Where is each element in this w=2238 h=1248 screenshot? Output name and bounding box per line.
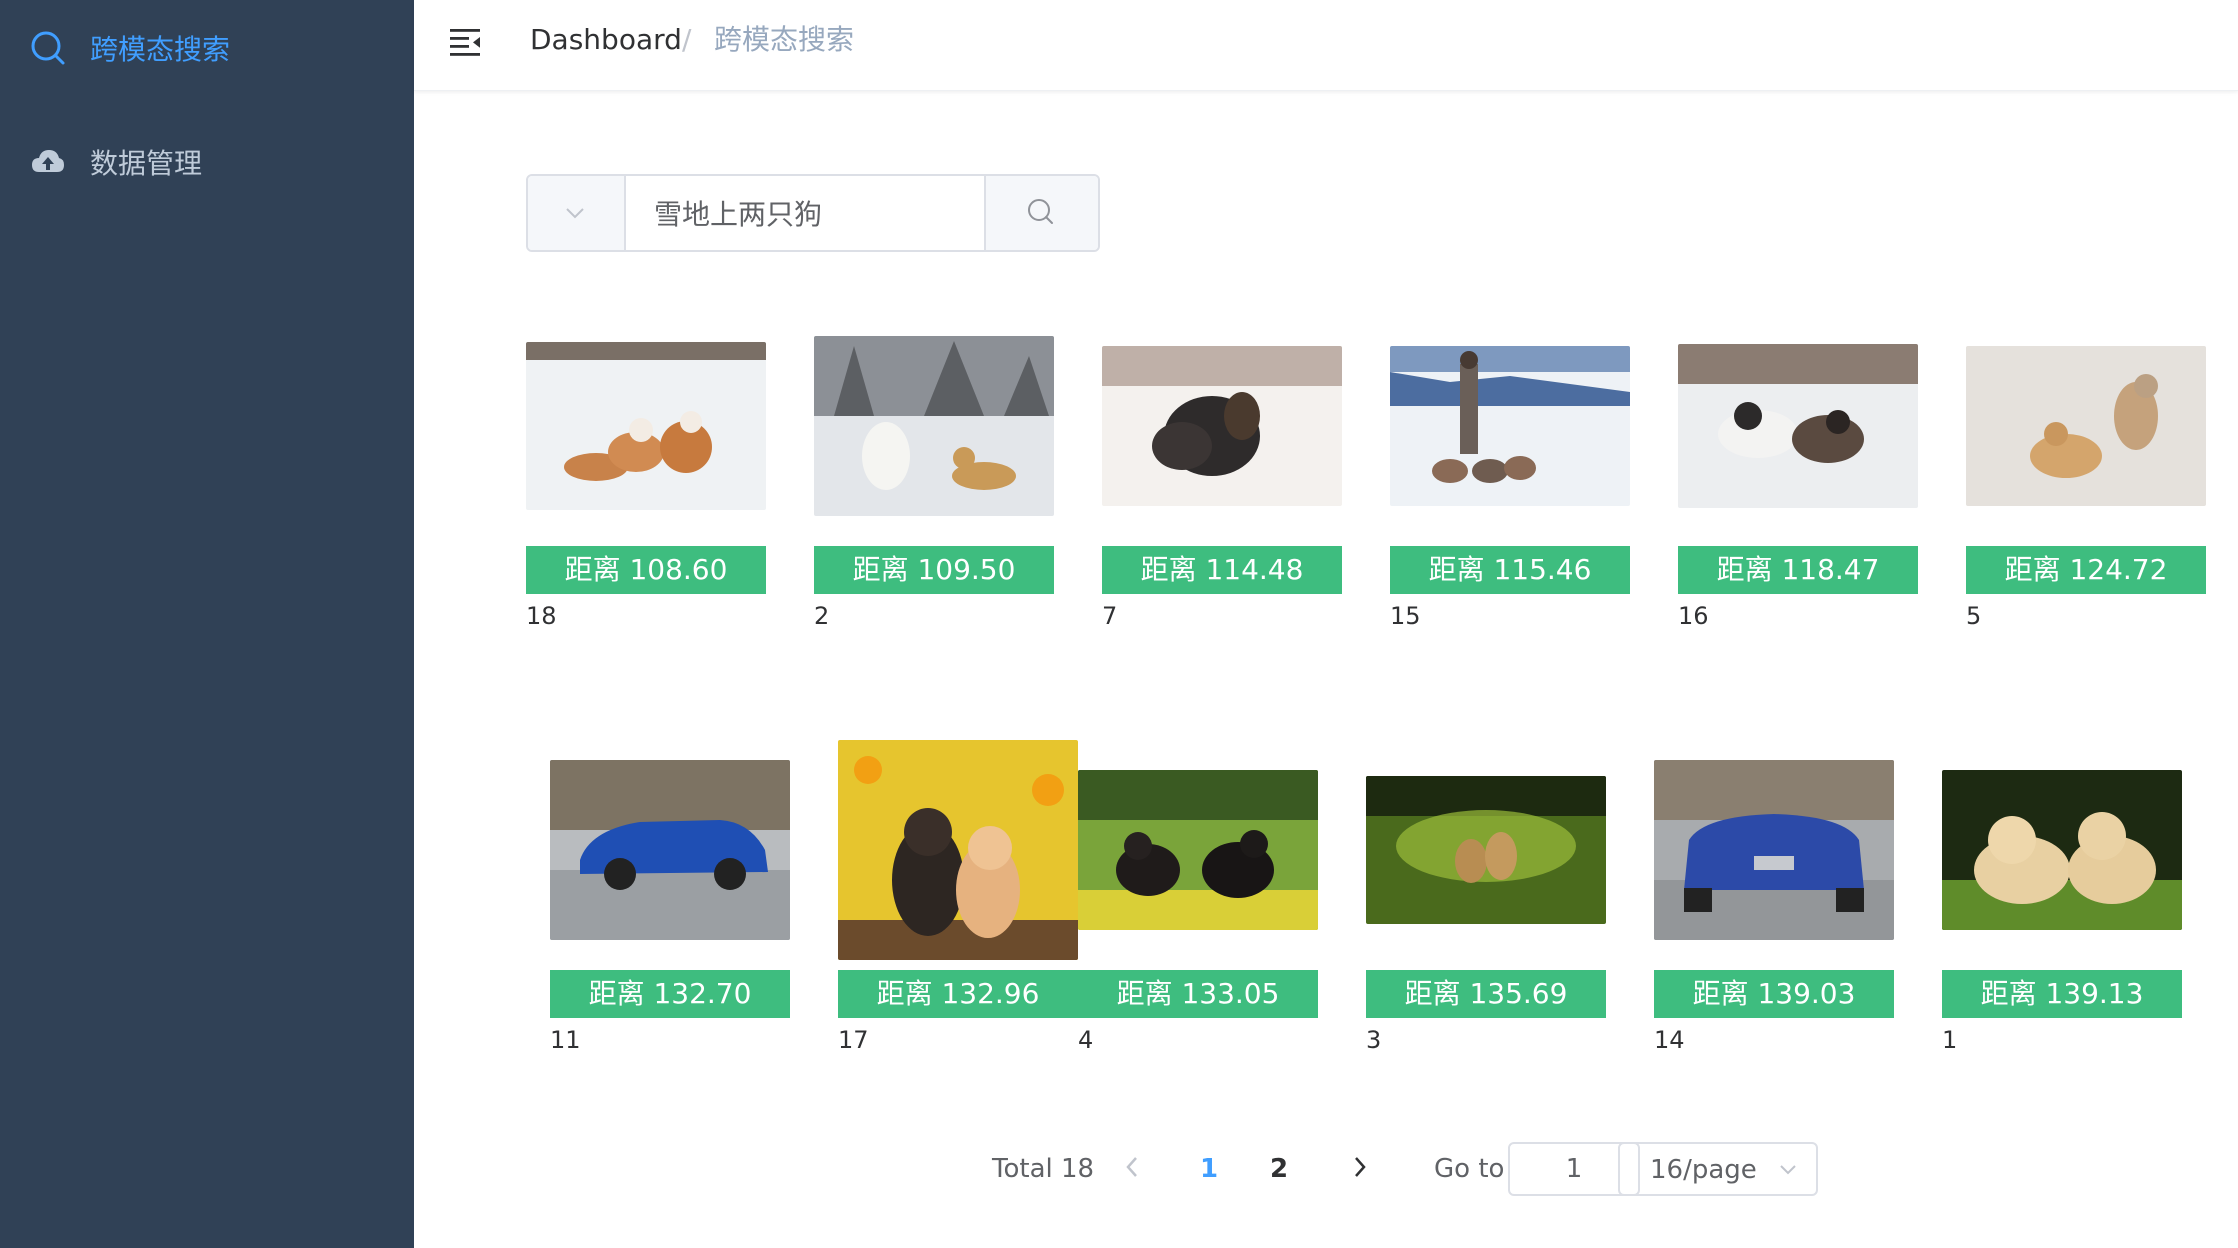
result-image[interactable] [1366, 776, 1606, 924]
distance-badge: 距离 132.70 [550, 970, 790, 1018]
distance-badge: 距离 108.60 [526, 546, 766, 594]
result-image[interactable] [814, 336, 1054, 516]
search-button[interactable] [984, 176, 1098, 250]
next-page-button[interactable] [1348, 1152, 1372, 1189]
goto-label: Go to [1434, 1154, 1505, 1184]
result-image[interactable] [526, 342, 766, 510]
prev-page-button[interactable] [1120, 1152, 1144, 1189]
result-id: 4 [1078, 1026, 1094, 1054]
sidebar-item-label: 数据管理 [90, 147, 203, 180]
distance-badge: 距离 135.69 [1366, 970, 1606, 1018]
search-mode-select[interactable] [528, 176, 626, 250]
navbar: Dashboard / 跨模态搜索 [414, 0, 2238, 91]
pagination: Total 18 1 2 Go to 16/page [0, 1140, 2238, 1200]
page-size-value: 16/page [1650, 1155, 1757, 1185]
sidebar-item-label: 跨模态搜索 [90, 33, 231, 66]
result-id: 1 [1942, 1026, 1958, 1054]
breadcrumb-current: 跨模态搜索 [714, 23, 855, 56]
result-id: 15 [1390, 602, 1421, 630]
result-image[interactable] [1966, 346, 2206, 506]
result-id: 3 [1366, 1026, 1382, 1054]
distance-badge: 距离 118.47 [1678, 546, 1918, 594]
result-id: 11 [550, 1026, 581, 1054]
chevron-left-icon [1126, 1157, 1137, 1177]
breadcrumb-dashboard[interactable]: Dashboard [530, 0, 682, 80]
distance-badge: 距离 115.46 [1390, 546, 1630, 594]
distance-badge: 距离 109.50 [814, 546, 1054, 594]
result-image[interactable] [1678, 344, 1918, 508]
result-id: 2 [814, 602, 830, 630]
result-id: 7 [1102, 602, 1118, 630]
distance-badge: 距离 139.03 [1654, 970, 1894, 1018]
result-id: 14 [1654, 1026, 1685, 1054]
search-input[interactable] [626, 176, 1014, 250]
breadcrumb-separator: / [682, 23, 692, 56]
chevron-right-icon [1355, 1157, 1366, 1177]
distance-badge: 距离 139.13 [1942, 970, 2182, 1018]
result-image[interactable] [550, 760, 790, 940]
result-id: 5 [1966, 602, 1982, 630]
result-image[interactable] [1102, 346, 1342, 506]
result-image[interactable] [838, 740, 1078, 960]
distance-badge: 距离 114.48 [1102, 546, 1342, 594]
page-size-select[interactable]: 16/page [1618, 1142, 1818, 1196]
distance-badge: 距离 133.05 [1078, 970, 1318, 1018]
result-image[interactable] [1654, 760, 1894, 940]
result-image[interactable] [1390, 346, 1630, 506]
result-id: 17 [838, 1026, 869, 1054]
chevron-down-icon [566, 208, 584, 219]
search-icon [1028, 199, 1053, 224]
distance-badge: 距离 124.72 [1966, 546, 2206, 594]
search-bar [526, 174, 1100, 252]
page-number-2[interactable]: 2 [1270, 1154, 1288, 1184]
result-image[interactable] [1078, 770, 1318, 930]
pagination-total: Total 18 [992, 1154, 1095, 1184]
hamburger-icon[interactable] [448, 24, 484, 60]
page-number-1[interactable]: 1 [1200, 1154, 1218, 1184]
sidebar-item-data-management[interactable]: 数据管理 [0, 122, 414, 202]
distance-badge: 距离 132.96 [838, 970, 1078, 1018]
sidebar-item-cross-modal-search[interactable]: 跨模态搜索 [0, 8, 414, 88]
cloud-upload-icon [32, 150, 64, 172]
chevron-down-icon [1780, 1165, 1796, 1175]
result-id: 18 [526, 602, 557, 630]
result-id: 16 [1678, 602, 1709, 630]
sidebar: 跨模态搜索 数据管理 [0, 0, 414, 1248]
search-icon [31, 31, 65, 65]
result-image[interactable] [1942, 770, 2182, 930]
